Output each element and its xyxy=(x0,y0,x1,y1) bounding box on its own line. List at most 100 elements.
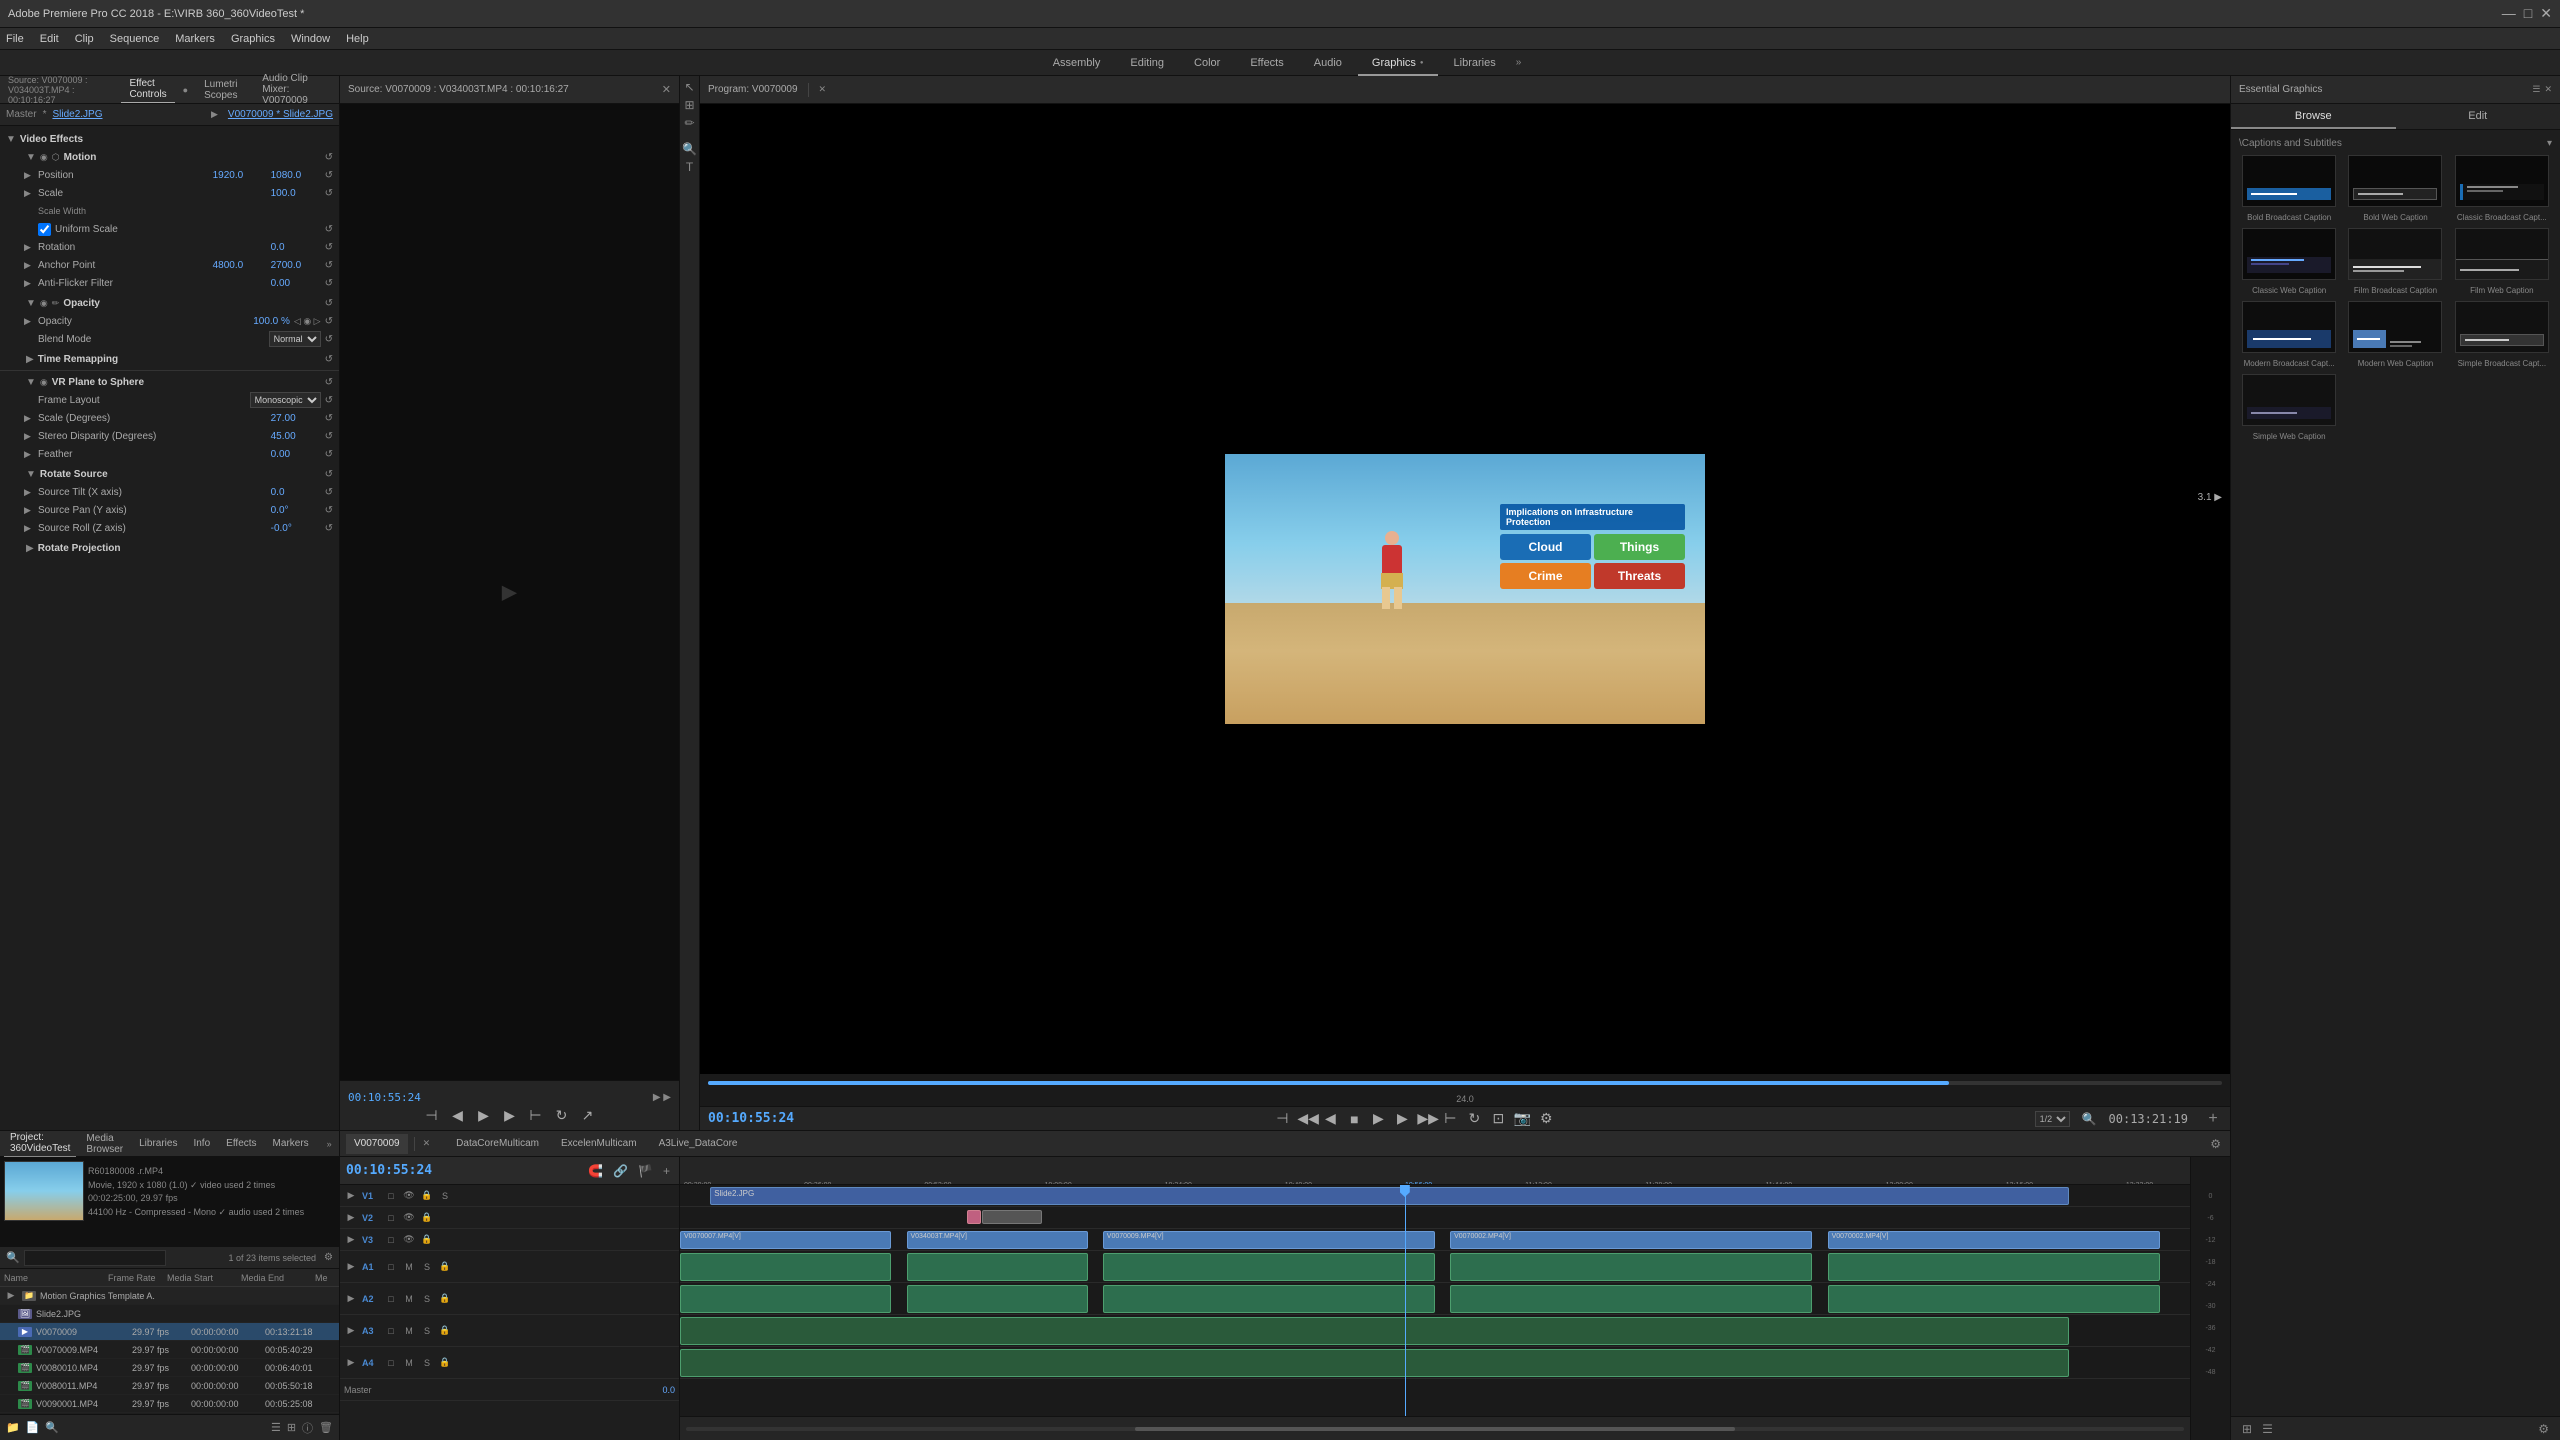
opacity-val-reset[interactable]: ↺ xyxy=(325,316,333,327)
expand-icon[interactable]: ▶ xyxy=(24,431,34,442)
group-expand[interactable]: ▶ xyxy=(4,1290,18,1301)
scale-deg-val[interactable]: 27.00 xyxy=(271,413,321,424)
new-bin-btn[interactable]: 📁 xyxy=(6,1421,20,1434)
track-mute-a1[interactable]: M xyxy=(402,1262,416,1272)
track-mute-a3[interactable]: M xyxy=(402,1326,416,1336)
anti-flicker-reset[interactable]: ↺ xyxy=(325,278,333,289)
source-right-link[interactable]: V0070009 * Slide2.JPG xyxy=(228,109,333,120)
tab-lumetri[interactable]: Lumetri Scopes xyxy=(196,77,246,103)
expand-icon[interactable]: ▶ xyxy=(24,316,34,327)
track-target-a3[interactable]: □ xyxy=(384,1326,398,1336)
feather-reset[interactable]: ↺ xyxy=(325,449,333,460)
eg-item-bold-web[interactable]: Bold Web Caption xyxy=(2345,155,2445,222)
maximize-button[interactable]: □ xyxy=(2524,5,2532,22)
clip-a2-2[interactable] xyxy=(907,1285,1088,1313)
timeline-ruler[interactable]: 09:20:00 09:36:00 09:52:00 10:08:00 10:2… xyxy=(680,1157,2190,1185)
track-expand-v3[interactable]: ▶ xyxy=(344,1234,358,1245)
text-tool[interactable]: T xyxy=(686,160,693,174)
project-close-icon[interactable]: » xyxy=(323,1139,336,1149)
track-expand-a2[interactable]: ▶ xyxy=(344,1293,358,1304)
track-lock-v1[interactable]: 🔒 xyxy=(420,1190,434,1201)
track-target-v3[interactable]: □ xyxy=(384,1235,398,1245)
track-expand-a4[interactable]: ▶ xyxy=(344,1357,358,1368)
play-btn[interactable]: ▶ xyxy=(1369,1110,1387,1127)
expand-icon[interactable]: ▶ xyxy=(24,523,34,534)
tab-markers[interactable]: Markers xyxy=(267,1136,315,1151)
eg-item-modern-broadcast[interactable]: Modern Broadcast Capt... xyxy=(2239,301,2339,368)
track-lock-a4[interactable]: 🔒 xyxy=(438,1357,452,1368)
step-fwd-btn[interactable]: ▶ xyxy=(1393,1110,1411,1127)
tl-tab-excelen[interactable]: ExcelenMulticam xyxy=(553,1134,645,1154)
frame-layout-select[interactable]: Monoscopic xyxy=(250,392,321,408)
src-mark-out[interactable]: ⊢ xyxy=(527,1107,545,1124)
rotation-val[interactable]: 0.0 xyxy=(271,242,321,253)
clip-white-marker[interactable] xyxy=(982,1210,1042,1224)
select-tool[interactable]: ↖ xyxy=(684,80,694,94)
src-tilt-val[interactable]: 0.0 xyxy=(271,487,321,498)
menu-graphics[interactable]: Graphics xyxy=(231,33,275,45)
tl-settings-icon[interactable]: ⚙ xyxy=(2207,1137,2224,1151)
rotation-reset[interactable]: ↺ xyxy=(325,242,333,253)
clip-a2-4[interactable] xyxy=(1450,1285,1812,1313)
safe-margins-btn[interactable]: ⊡ xyxy=(1489,1110,1507,1127)
track-expand-a3[interactable]: ▶ xyxy=(344,1325,358,1336)
clip-v007-3[interactable]: V0070002.MP4[V] xyxy=(1450,1231,1812,1249)
mark-in-btn[interactable]: ⊣ xyxy=(1273,1110,1291,1127)
tl-tab-v0070009[interactable]: V0070009 xyxy=(346,1134,408,1154)
anti-flicker-val[interactable]: 0.00 xyxy=(271,278,321,289)
eg-footer-settings[interactable]: ⚙ xyxy=(2535,1422,2552,1436)
proj-row-v0090001[interactable]: 🎬 V0090001.MP4 29.97 fps 00:00:00:00 00:… xyxy=(0,1395,339,1413)
source-close-icon[interactable]: ✕ xyxy=(662,83,671,96)
clip-a2-3[interactable] xyxy=(1103,1285,1435,1313)
search-settings-icon[interactable]: ⚙ xyxy=(324,1252,333,1263)
src-insert[interactable]: ↗ xyxy=(579,1107,597,1124)
metadata-btn[interactable]: ⓘ xyxy=(302,1420,313,1436)
find-btn[interactable]: 🔍 xyxy=(45,1421,59,1434)
tab-effects[interactable]: Effects xyxy=(1236,50,1297,76)
anchor-y[interactable]: 2700.0 xyxy=(271,260,321,271)
clip-a3-1[interactable] xyxy=(680,1317,2069,1345)
track-solo-a1[interactable]: S xyxy=(420,1262,434,1272)
eg-item-classic-web[interactable]: Classic Web Caption xyxy=(2239,228,2339,295)
stereo-disp-reset[interactable]: ↺ xyxy=(325,431,333,442)
track-lock-v3[interactable]: 🔒 xyxy=(420,1234,434,1245)
menu-sequence[interactable]: Sequence xyxy=(110,33,160,45)
eg-item-film-broadcast[interactable]: Film Broadcast Caption xyxy=(2345,228,2445,295)
scale-reset[interactable]: ↺ xyxy=(325,188,333,199)
src-roll-reset[interactable]: ↺ xyxy=(325,523,333,534)
eg-menu-icon[interactable]: ☰ xyxy=(2532,84,2540,95)
eg-item-classic-broadcast[interactable]: Classic Broadcast Capt... xyxy=(2452,155,2552,222)
anchor-reset[interactable]: ↺ xyxy=(325,260,333,271)
expand-icon[interactable]: ▶ xyxy=(24,242,34,253)
track-target-a1[interactable]: □ xyxy=(384,1262,398,1272)
proj-row-v0070009[interactable]: ▶ V0070009 29.97 fps 00:00:00:00 00:13:2… xyxy=(0,1323,339,1341)
new-item-btn[interactable]: 📄 xyxy=(26,1421,40,1434)
tab-browse[interactable]: Browse xyxy=(2231,104,2396,129)
tab-libraries[interactable]: Libraries xyxy=(1440,50,1510,76)
eg-item-simple-broadcast[interactable]: Simple Broadcast Capt... xyxy=(2452,301,2552,368)
track-mute-a2[interactable]: M xyxy=(402,1294,416,1304)
step-back-btn[interactable]: ◀ xyxy=(1321,1110,1339,1127)
menu-window[interactable]: Window xyxy=(291,33,330,45)
blend-mode-select[interactable]: Normal xyxy=(269,331,321,347)
motion-toggle[interactable]: ◉ xyxy=(40,152,48,163)
blend-mode-reset[interactable]: ↺ xyxy=(325,334,333,345)
icon-view-btn[interactable]: ⊞ xyxy=(287,1421,296,1434)
scale-val[interactable]: 100.0 xyxy=(271,188,321,199)
expand-icon[interactable]: ▶ xyxy=(24,413,34,424)
tl-marker-icon[interactable]: 🏴 xyxy=(635,1164,656,1178)
clip-v007-1[interactable]: V0070007.MP4[V] xyxy=(680,1231,891,1249)
src-mark-in[interactable]: ⊣ xyxy=(423,1107,441,1124)
eg-item-bold-broadcast[interactable]: Bold Broadcast Caption xyxy=(2239,155,2339,222)
eg-item-modern-web[interactable]: Modern Web Caption xyxy=(2345,301,2445,368)
keyframe-btns[interactable]: ◁ ◉ ▷ xyxy=(294,316,321,327)
proj-row-group[interactable]: ▶ 📁 Motion Graphics Template A. xyxy=(0,1287,339,1305)
export-frame-btn[interactable]: 📷 xyxy=(1513,1110,1531,1127)
eg-item-film-web[interactable]: Film Web Caption xyxy=(2452,228,2552,295)
expand-icon[interactable]: ▶ xyxy=(24,505,34,516)
clip-v034[interactable]: V034003T.MP4[V] xyxy=(907,1231,1088,1249)
rotate-src-reset[interactable]: ↺ xyxy=(325,469,333,480)
scrubber-bar[interactable] xyxy=(708,1081,2222,1085)
track-target-a4[interactable]: □ xyxy=(384,1358,398,1368)
clip-a1-3[interactable] xyxy=(1103,1253,1435,1281)
